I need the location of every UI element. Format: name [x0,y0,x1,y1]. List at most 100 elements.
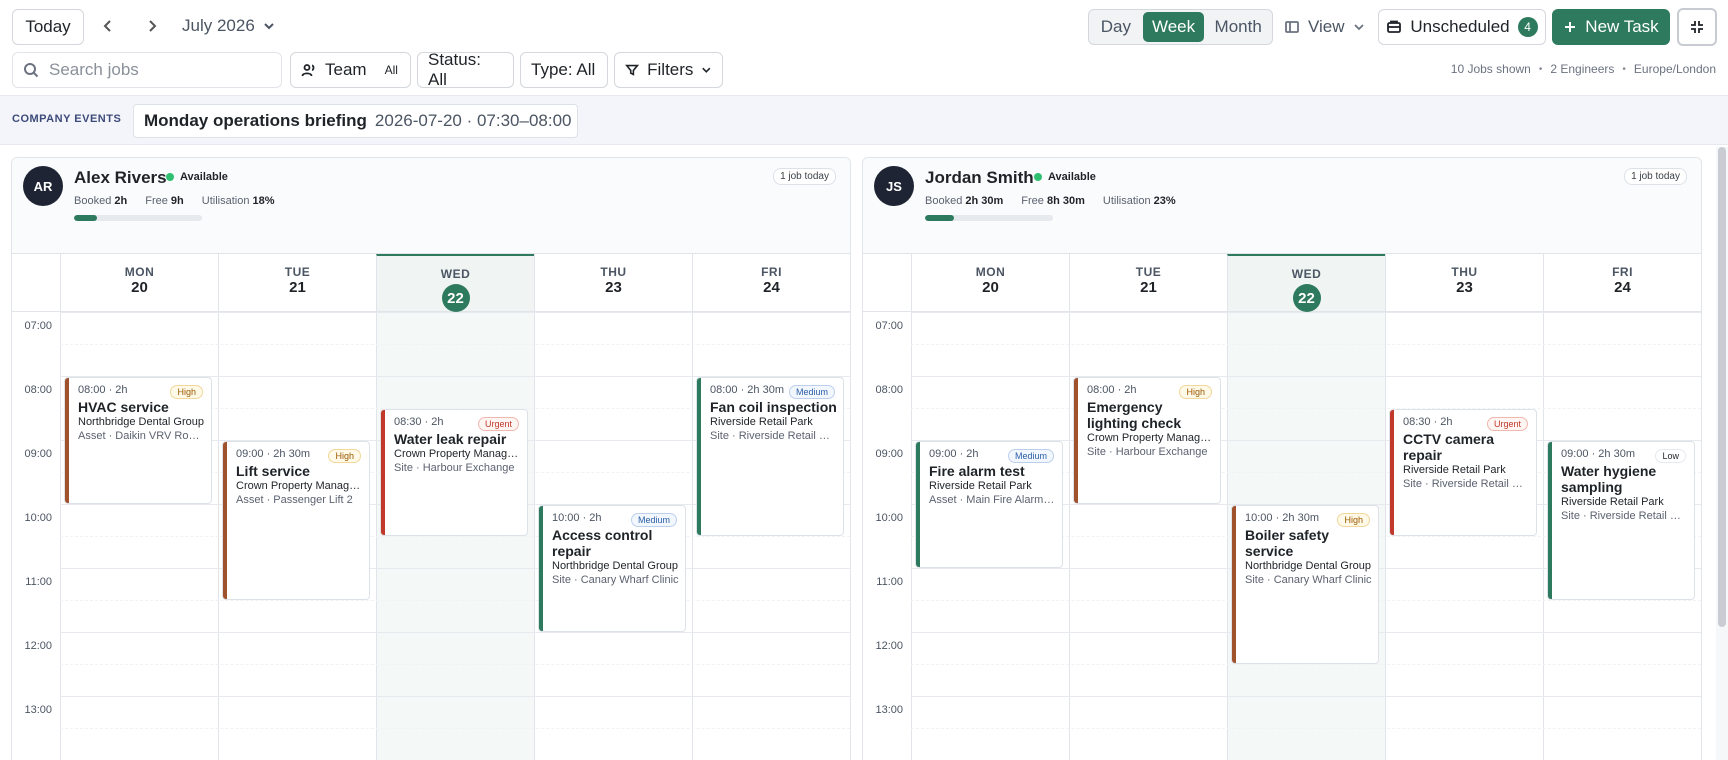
day-number: 22 [441,284,470,312]
job-card[interactable]: 09:00 · 2h Medium Fire alarm test Riverside… [915,441,1063,568]
status-filter-button[interactable]: Status: All [417,50,514,89]
hour-label: 12:00 [875,640,903,652]
day-header-thu[interactable]: THU 23 [534,254,692,312]
priority-badge: High [328,449,361,463]
job-card[interactable]: 10:00 · 2h Medium Access control repair Nor… [538,505,686,632]
job-title: Water hygiene sampling [1561,463,1657,495]
job-client: Crown Property Management [394,448,521,460]
schedule-summary: 10 Jobs shown • 2 Engineers • Europe/Lon… [1451,62,1716,76]
day-name: THU [1451,265,1478,279]
day-header-mon[interactable]: MON 20 [911,254,1069,312]
avatar[interactable]: JS [874,166,914,206]
booked-hours-value: 2h 30m [965,195,1004,207]
day-number: 23 [1456,279,1473,296]
month-selector[interactable]: July 2026 [182,13,275,39]
avatar[interactable]: AR [23,166,63,206]
priority-badge: Medium [1007,449,1054,463]
utilisation-label: Utilisation [201,195,250,207]
engineer-panel: AR Alex Rivers Available 1 job today Booked … [11,157,851,760]
utilisation-stat: Utilisation 23% [1103,195,1176,207]
job-card[interactable]: 08:00 · 2h 30m Medium Fan coil inspection R… [696,377,844,536]
hour-gridline [60,632,850,633]
engineer-name[interactable]: Jordan Smith [925,168,1034,188]
filters-button[interactable]: Filters [614,52,723,88]
job-title: HVAC service [78,399,169,415]
availability-status: Available [166,171,228,183]
day-name: FRI [761,265,782,279]
day-header-wed[interactable]: WED 22 [1227,254,1385,312]
view-menu-button[interactable]: View [1284,9,1365,45]
today-button[interactable]: Today [12,9,84,45]
next-week-button[interactable] [140,14,164,38]
search-input[interactable] [49,60,249,80]
free-hours-stat: Free 9h [145,195,184,207]
hour-label: 09:00 [875,448,903,460]
day-number-wrap: 23 [535,279,692,296]
scrollbar-thumb[interactable] [1718,147,1726,627]
previous-week-button[interactable] [96,14,120,38]
free-hours-value: 9h [170,195,184,207]
hour-label: 08:00 [875,384,903,396]
day-header-tue[interactable]: TUE 21 [1069,254,1227,312]
week-grid: MON 20 TUE 21 WED 22 THU 23 FRI 24 07:00 08:00 09:00… [12,254,850,760]
team-filter-button[interactable]: Team All [290,52,411,88]
job-card[interactable]: 08:00 · 2h High Emergency lighting check Cr… [1073,377,1221,504]
job-card[interactable]: 08:00 · 2h High HVAC service Northbridge De… [64,377,212,504]
day-number-wrap: 24 [693,279,850,296]
unscheduled-button[interactable]: Unscheduled 4 [1378,9,1546,45]
view-month-tab[interactable]: Month [1206,12,1270,42]
hour-label: 10:00 [24,512,52,524]
day-number-wrap: 20 [912,279,1069,296]
day-header-wed[interactable]: WED 22 [376,254,534,312]
day-header-fri[interactable]: FRI 24 [692,254,850,312]
jobs-today-badge: 1 job today [773,168,836,185]
utilisation-stat: Utilisation 18% [202,195,275,207]
unscheduled-count-badge: 4 [1517,17,1538,37]
week-grid: MON 20 TUE 21 WED 22 THU 23 FRI 24 07:00 08:00 09:00… [863,254,1701,760]
half-hour-gridline [911,344,1701,345]
job-card[interactable]: 08:30 · 2h Urgent CCTV camera repair Rivers… [1389,409,1537,536]
free-hours-value: 8h 30m [1046,195,1085,207]
day-header-thu[interactable]: THU 23 [1385,254,1543,312]
hour-label: 13:00 [875,704,903,716]
day-number: 20 [982,279,999,296]
job-card[interactable]: 09:00 · 2h 30m Low Water hygiene sampling R… [1547,441,1695,600]
priority-badge: Urgent [477,417,519,431]
utilisation-value: 23% [1153,195,1176,207]
day-name: WED [1291,267,1322,281]
collapse-fullscreen-button[interactable] [1677,8,1717,46]
view-week-tab[interactable]: Week [1142,12,1205,42]
job-card[interactable]: 08:30 · 2h Urgent Water leak repair Crown P… [380,409,528,536]
company-events-bar: COMPANY EVENTS Monday operations briefin… [0,95,1728,145]
plus-icon [1565,22,1576,32]
utilisation-value: 18% [252,195,275,207]
hour-label: 13:00 [24,704,52,716]
half-hour-gridline [60,344,850,345]
search-icon [24,63,39,78]
job-card[interactable]: 10:00 · 2h 30m High Boiler safety service N… [1231,505,1379,664]
day-header-mon[interactable]: MON 20 [60,254,218,312]
hour-gridline [911,376,1701,377]
chevron-right-icon [149,20,157,32]
job-client: Riverside Retail Park [1403,464,1506,476]
page-scrollbar[interactable] [1716,147,1728,760]
hour-label: 07:00 [875,320,903,332]
half-hour-gridline [911,664,1701,665]
job-location: Site · Canary Wharf Clinic [1245,574,1372,586]
day-number-wrap: 23 [1386,279,1543,296]
half-hour-gridline [911,728,1701,729]
new-task-button[interactable]: New Task [1552,9,1670,45]
day-header-fri[interactable]: FRI 24 [1543,254,1701,312]
booked-hours-label: Booked [925,195,963,207]
chevron-down-icon [1353,24,1364,31]
utilisation-bar [925,215,1053,221]
engineer-stats: Booked 2h Free 9h Utilisation 18% [74,195,275,207]
type-filter-button[interactable]: Type: All [520,52,608,88]
job-card[interactable]: 09:00 · 2h 30m High Lift service Crown Prop… [222,441,370,600]
day-header-tue[interactable]: TUE 21 [218,254,376,312]
view-day-tab[interactable]: Day [1091,12,1141,42]
job-title: Water leak repair [394,431,507,447]
hour-label: 07:00 [24,320,52,332]
engineer-name[interactable]: Alex Rivers [74,168,167,188]
company-event-chip[interactable]: Monday operations briefing 2026-07-20 · … [133,104,578,138]
